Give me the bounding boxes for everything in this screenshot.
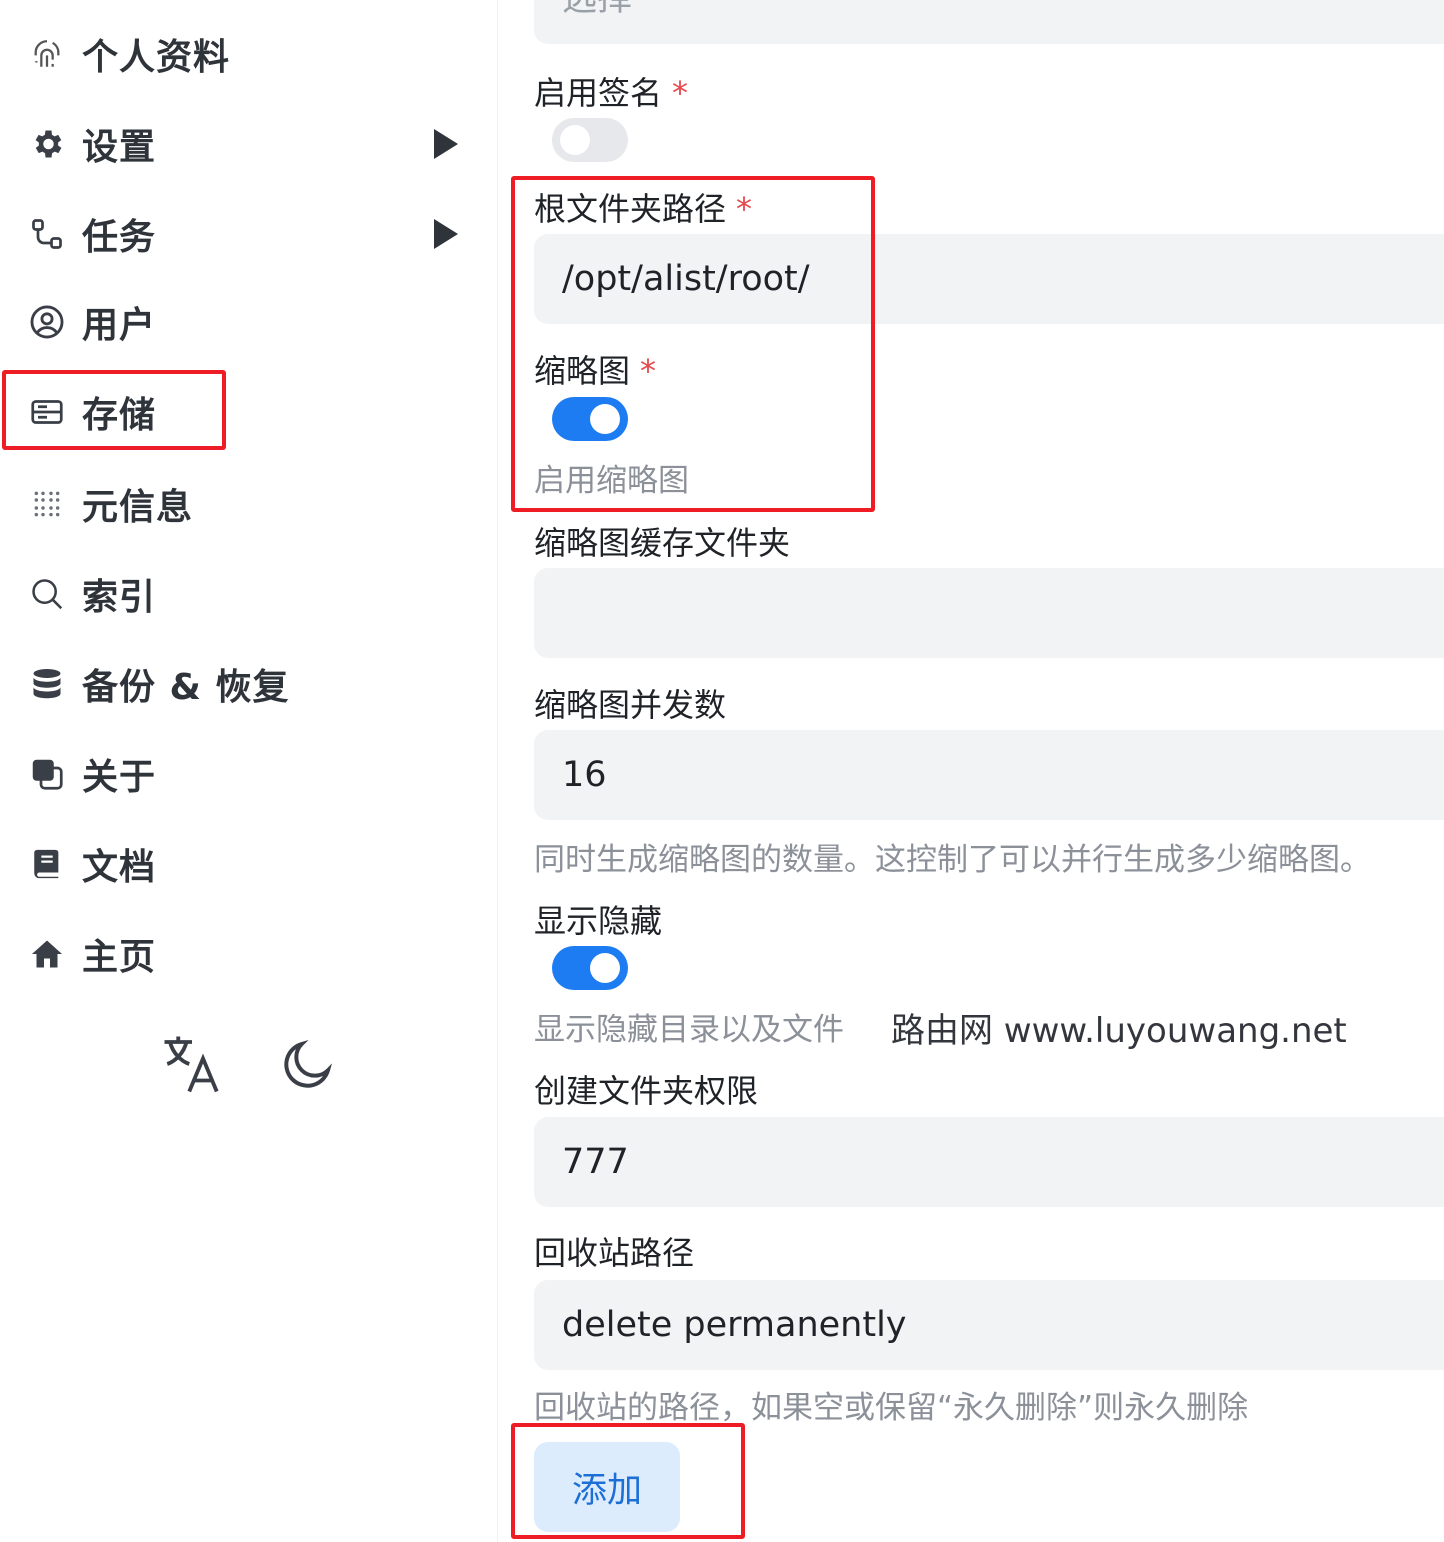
enable-sign-label-text: 启用签名 [534,74,663,112]
caret-right-icon [434,219,458,249]
sidebar-item-label: 设置 [82,127,157,168]
thumb-cache-input[interactable] [534,568,1444,658]
root-folder-input[interactable] [534,234,1444,324]
thumb-concurrency-help: 同时生成缩略图的数量。这控制了可以并行生成多少缩略图。 [534,842,1371,878]
sidebar-item-label: 用户 [82,305,157,346]
sidebar-item-home[interactable]: 主页 [26,924,476,984]
thumb-cache-label: 缩略图缓存文件夹 [534,524,791,562]
storage-icon [26,391,68,433]
book-icon [26,843,68,885]
copy-icon [26,753,68,795]
switch-knob [590,953,620,983]
thumbnail-label: 缩略图 * [534,346,656,392]
sidebar-item-settings[interactable]: 设置 [26,114,476,174]
recycle-bin-label: 回收站路径 [534,1234,695,1272]
sidebar-item-docs[interactable]: 文档 [26,834,476,894]
sidebar: 个人资料 设置 任务 用户 存储 元信息 索引 备份 & 恢复 关于 文档 主页 [0,0,498,1542]
sidebar-item-label: 备份 & 恢复 [82,667,290,708]
root-folder-label-text: 根文件夹路径 [534,190,727,228]
sidebar-item-tasks[interactable]: 任务 [26,204,476,264]
moon-icon [278,1034,338,1098]
sidebar-item-label: 关于 [82,757,157,798]
fingerprint-icon [26,33,68,75]
mkdir-perm-label: 创建文件夹权限 [534,1072,759,1110]
sidebar-item-about[interactable]: 关于 [26,744,476,804]
gear-icon [26,123,68,165]
thumb-concurrency-input[interactable] [534,730,1444,820]
translate-icon [157,1031,227,1101]
thumb-concurrency-label: 缩略图并发数 [534,686,727,724]
app-window: 个人资料 设置 任务 用户 存储 元信息 索引 备份 & 恢复 关于 文档 主页… [0,0,1444,1542]
sidebar-item-label: 存储 [82,395,157,436]
sidebar-footer [156,1030,344,1102]
show-hidden-help: 显示隐藏目录以及文件 [534,1012,844,1048]
sidebar-item-label: 主页 [82,937,157,978]
watermark-text: 路由网 www.luyouwang.net [891,1011,1347,1051]
show-hidden-label: 显示隐藏 [534,902,663,940]
home-icon [26,933,68,975]
caret-right-icon [434,129,458,159]
sidebar-item-label: 任务 [82,217,157,258]
sidebar-item-users[interactable]: 用户 [26,292,476,352]
sidebar-item-storage[interactable]: 存储 [26,382,476,442]
recycle-bin-help: 回收站的路径，如果空或保留“永久删除”则永久删除 [534,1390,1249,1426]
sidebar-item-label: 文档 [82,847,157,888]
enable-sign-label: 启用签名 * [534,68,688,114]
enable-sign-switch[interactable] [552,118,628,162]
required-mark: * [736,190,753,228]
theme-toggle-button[interactable] [272,1030,344,1102]
sidebar-item-meta[interactable]: 元信息 [26,474,476,534]
sidebar-item-label: 元信息 [82,487,194,528]
thumbnail-label-text: 缩略图 [534,352,631,390]
show-hidden-switch[interactable] [552,946,628,990]
add-button[interactable]: 添加 [534,1442,680,1532]
required-mark: * [640,352,657,390]
recycle-bin-input[interactable] [534,1280,1444,1370]
sidebar-item-backup[interactable]: 备份 & 恢复 [26,654,476,714]
thumbnail-help: 启用缩略图 [534,463,689,499]
language-button[interactable] [156,1030,228,1102]
search-icon [26,573,68,615]
thumbnail-switch[interactable] [552,397,628,441]
user-circle-icon [26,301,68,343]
storage-form: 启用签名* 根文件夹路径* 缩略图* 启用缩略图 缩略图缓存文件夹 缩略图并发数… [499,0,1444,1542]
switch-knob [590,404,620,434]
grid-dots-icon [26,483,68,525]
required-mark: * [672,74,689,112]
sidebar-item-label: 个人资料 [82,37,231,78]
database-icon [26,663,68,705]
switch-knob [560,125,590,155]
select-field[interactable] [534,0,1444,44]
sidebar-item-label: 索引 [82,577,157,618]
mkdir-perm-input[interactable] [534,1117,1444,1207]
root-folder-label: 根文件夹路径 * [534,184,752,230]
sidebar-item-profile[interactable]: 个人资料 [26,24,476,84]
workflow-icon [26,213,68,255]
sidebar-item-index[interactable]: 索引 [26,564,476,624]
